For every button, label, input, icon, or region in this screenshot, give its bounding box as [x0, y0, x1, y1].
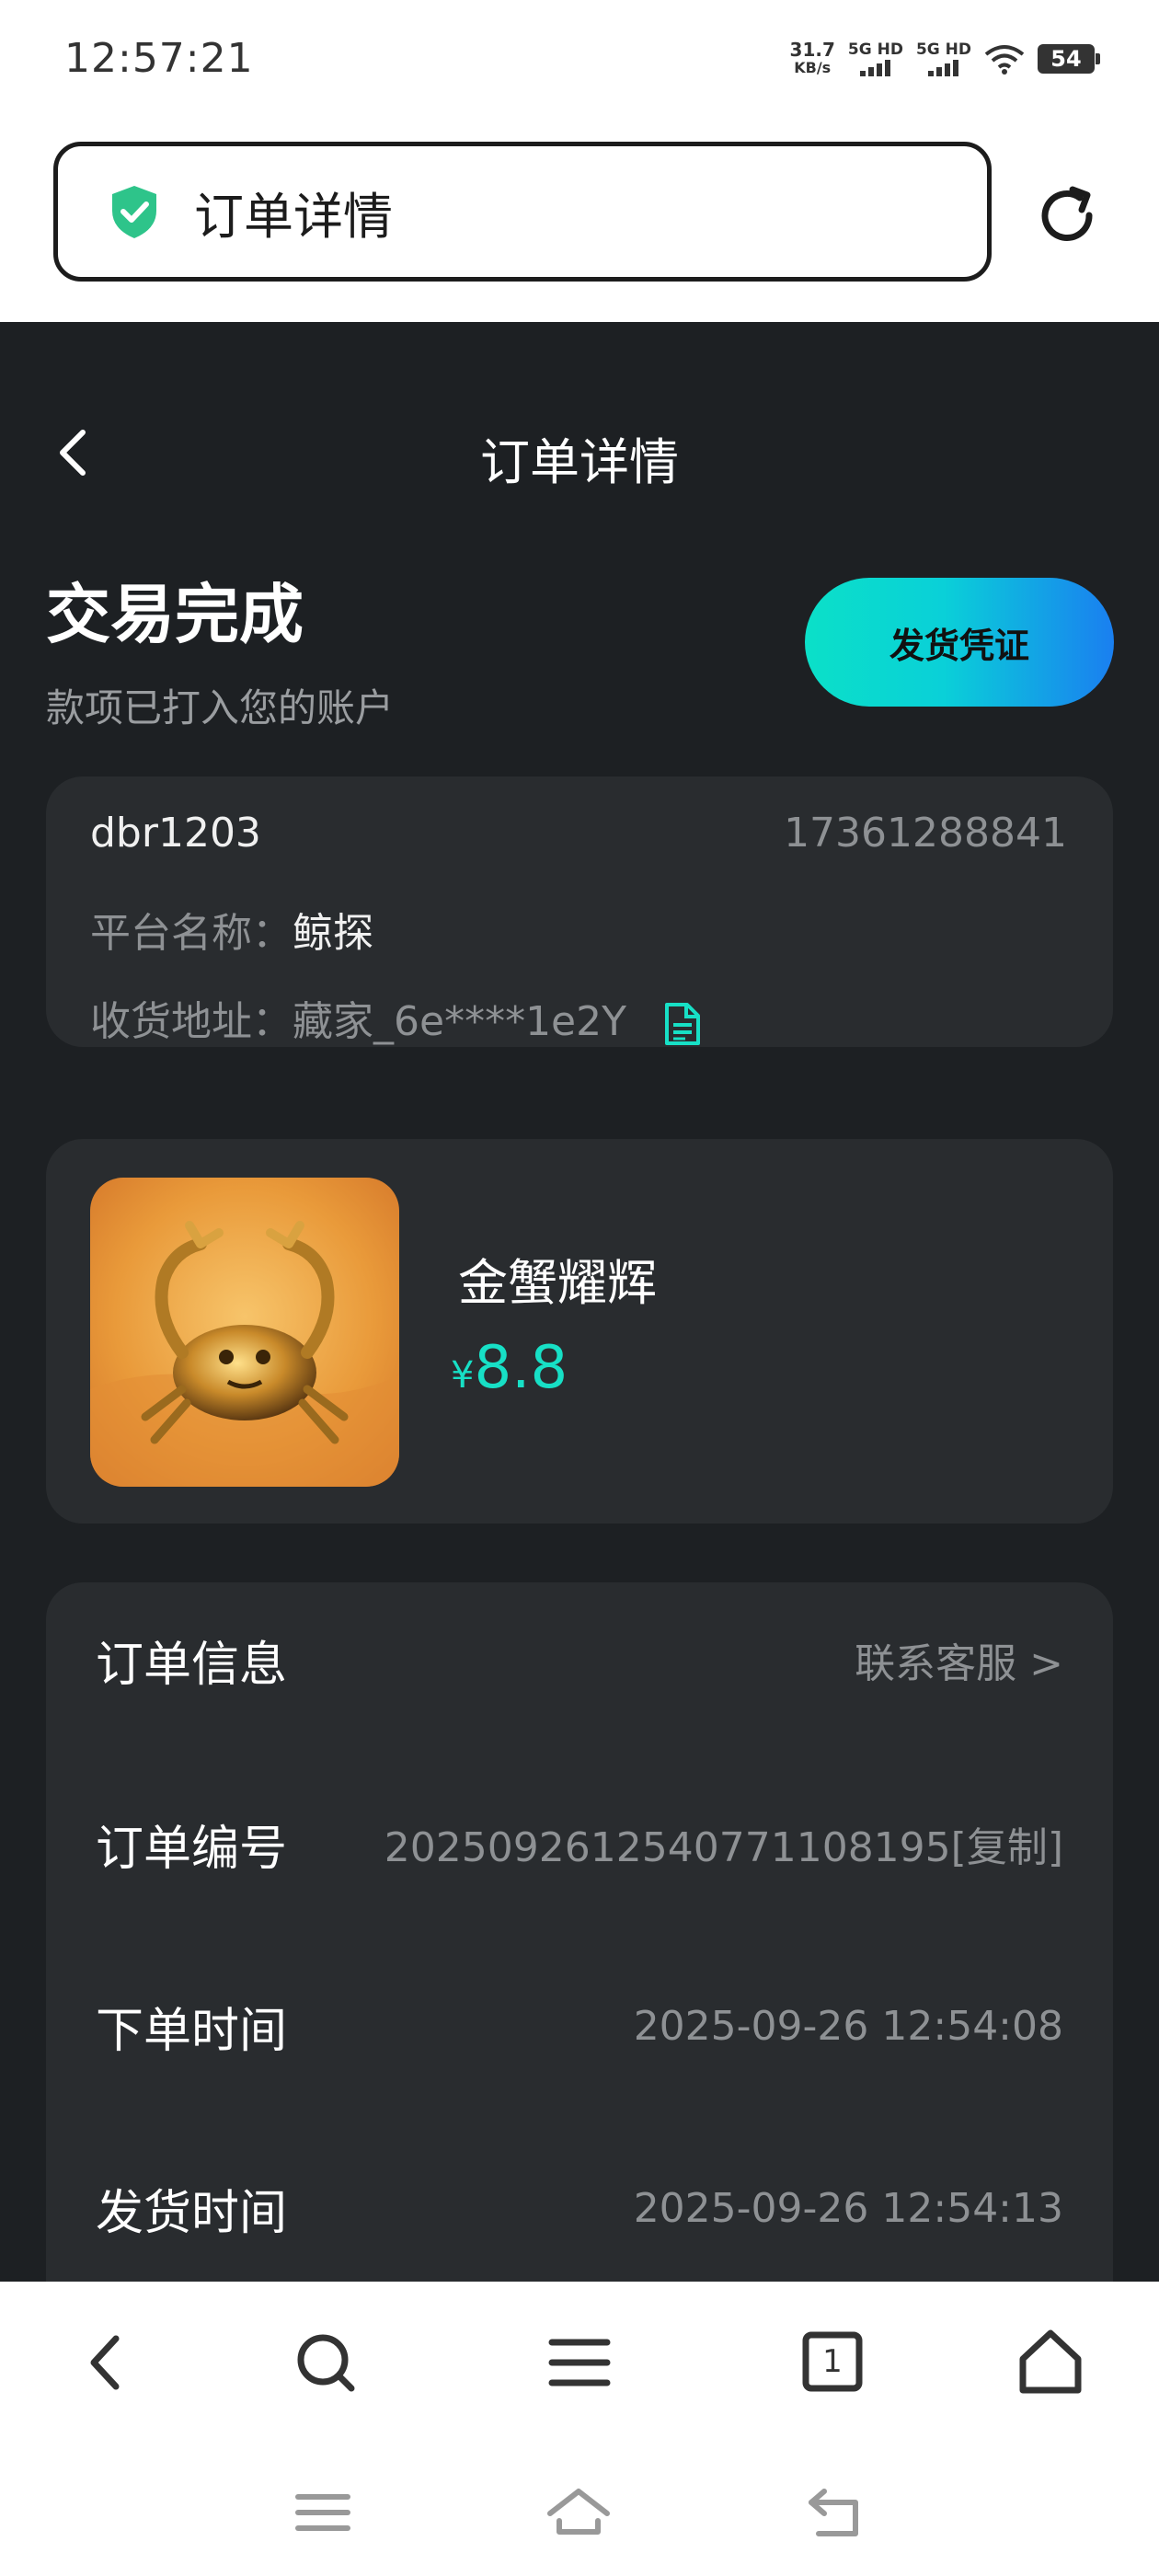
username: dbr1203: [90, 810, 261, 857]
signal-sim2-icon: 5G HD: [916, 41, 971, 76]
system-home-icon[interactable]: [546, 2480, 611, 2545]
address-line: 收货地址：藏家_6e****1e2Y: [90, 988, 702, 1047]
order-number-label: 订单编号: [96, 1821, 288, 1877]
goods-image: [90, 1178, 399, 1487]
reload-icon[interactable]: [1032, 180, 1102, 250]
back-icon[interactable]: [70, 2326, 143, 2399]
order-number-row: 订单编号 2025092612540771108195[复制]: [96, 1807, 1063, 1880]
phone-number: 17361288841: [784, 810, 1067, 857]
recent-apps-icon[interactable]: [291, 2480, 355, 2545]
order-number-value[interactable]: 2025092612540771108195[复制]: [384, 1814, 1063, 1873]
order-info-header: 订单信息 联系客服 >: [96, 1623, 1063, 1696]
order-info-card: 订单信息 联系客服 > 订单编号 2025092612540771108195[…: [46, 1582, 1113, 2282]
status-icons: 31.7 KB/s 5G HD 5G HD 54: [789, 39, 1100, 77]
platform-label: 平台名称：: [90, 910, 293, 957]
system-navigation-bar: [0, 2447, 1159, 2576]
price-value: 8.8: [474, 1334, 568, 1402]
tabs-count: 1: [822, 2343, 843, 2380]
order-time-row: 下单时间 2025-09-26 12:54:08: [96, 1989, 1063, 2063]
address-value: 藏家_6e****1e2Y: [293, 998, 626, 1045]
menu-icon[interactable]: [543, 2326, 616, 2399]
ship-time-row: 发货时间 2025-09-26 12:54:13: [96, 2171, 1063, 2245]
platform-value: 鲸探: [293, 910, 373, 957]
address-label: 收货地址：: [90, 998, 293, 1045]
battery-icon: 54: [1038, 44, 1100, 74]
order-section-title: 订单信息: [96, 1637, 288, 1693]
browser-toolbar: 1: [0, 2282, 1159, 2447]
network-speed: 31.7 KB/s: [789, 39, 835, 76]
currency-symbol: ¥: [451, 1354, 475, 1397]
status-bar: 12:57:21 31.7 KB/s 5G HD 5G HD 54: [0, 0, 1159, 120]
shipping-proof-button[interactable]: 发货凭证: [805, 578, 1114, 707]
system-back-icon[interactable]: [804, 2480, 868, 2545]
url-title: 订单详情: [194, 187, 393, 246]
url-field[interactable]: 订单详情: [53, 142, 992, 282]
platform-line: 平台名称：鲸探: [90, 900, 373, 959]
trade-status-subtitle: 款项已打入您的账户: [46, 685, 395, 730]
contact-service-link[interactable]: 联系客服 >: [855, 1630, 1063, 1689]
goods-card[interactable]: 金蟹耀辉 ¥8.8: [46, 1139, 1113, 1524]
user-info-card: dbr1203 17361288841 平台名称：鲸探 收货地址：藏家_6e**…: [46, 776, 1113, 1047]
signal-sim1-icon: 5G HD: [848, 41, 903, 76]
goods-price: ¥8.8: [451, 1334, 568, 1402]
golden-crab-image: [90, 1178, 399, 1487]
status-time: 12:57:21: [64, 35, 254, 82]
goods-name: 金蟹耀辉: [458, 1254, 657, 1312]
home-icon[interactable]: [1014, 2326, 1087, 2399]
shield-check-icon: [112, 186, 156, 238]
order-time-value: 2025-09-26 12:54:08: [633, 2002, 1063, 2050]
browser-address-bar: 订单详情: [0, 120, 1159, 322]
tabs-button[interactable]: 1: [797, 2326, 870, 2399]
ship-time-value: 2025-09-26 12:54:13: [633, 2184, 1063, 2232]
ship-time-label: 发货时间: [96, 2185, 288, 2241]
order-time-label: 下单时间: [96, 2003, 288, 2059]
document-icon[interactable]: [661, 1002, 702, 1046]
wifi-icon: [984, 45, 1025, 75]
trade-status-title: 交易完成: [46, 577, 304, 652]
order-detail-page: 订单详情 交易完成 款项已打入您的账户 发货凭证 dbr1203 1736128…: [0, 322, 1159, 2282]
page-title: 订单详情: [480, 433, 679, 491]
search-icon[interactable]: [289, 2326, 362, 2399]
